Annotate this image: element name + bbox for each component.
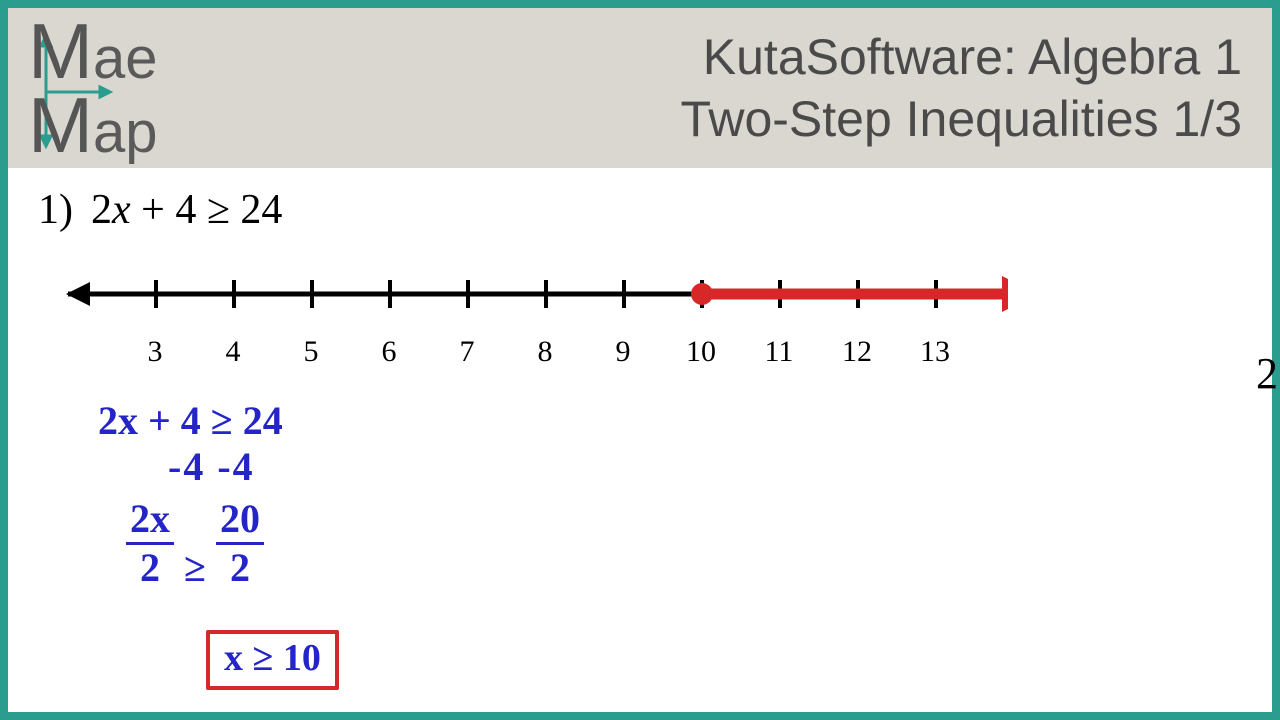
tick-label: 7: [428, 335, 506, 369]
tick-label: 12: [818, 335, 896, 369]
logo-ap: ap: [93, 105, 158, 160]
frac-right-bot: 2: [216, 545, 264, 591]
problem-number: 1): [38, 186, 73, 234]
tick-label: 4: [194, 335, 272, 369]
logo-m2: M: [28, 88, 93, 162]
work-line2: -4 -4: [168, 444, 283, 490]
frac-left-bot: 2: [126, 545, 174, 591]
logo: M ae M ap: [28, 28, 288, 148]
problem-statement: 1) 2x + 4 ≥ 24: [38, 186, 1242, 234]
work-op: ≥: [184, 545, 216, 590]
coef: 2: [91, 187, 112, 233]
next-problem-peek: 2: [1256, 348, 1278, 399]
rest: + 4 ≥ 24: [131, 187, 283, 233]
tick-label: 10: [662, 335, 740, 369]
tick-label: 11: [740, 335, 818, 369]
header: M ae M ap KutaSoftware: Algebra 1 Two-St…: [8, 8, 1272, 168]
answer-text: x ≥ 10: [224, 637, 321, 679]
logo-m1: M: [28, 14, 93, 88]
title-line2: Two-Step Inequalities 1/3: [288, 88, 1242, 151]
tick-label: 6: [350, 335, 428, 369]
tick-label: 8: [506, 335, 584, 369]
frac-left-top: 2x: [126, 496, 174, 545]
tick-label: 3: [116, 335, 194, 369]
frac-left: 2x 2: [126, 496, 174, 591]
tick-label: 13: [896, 335, 974, 369]
number-line-labels: 345678910111213: [116, 335, 1242, 369]
title-block: KutaSoftware: Algebra 1 Two-Step Inequal…: [288, 26, 1242, 151]
tick-label: 9: [584, 335, 662, 369]
var-x: x: [112, 187, 131, 233]
content-area: 1) 2x + 4 ≥ 24 345678910111213 2x + 4 ≥ …: [8, 168, 1272, 712]
logo-ae: ae: [93, 31, 158, 86]
tick-label: 5: [272, 335, 350, 369]
handwritten-work: 2x + 4 ≥ 24 -4 -4 2x 2 ≥ 20 2: [98, 398, 283, 591]
number-line-svg: [48, 262, 1008, 322]
number-line: 345678910111213: [48, 262, 1242, 369]
frac-right: 20 2: [216, 496, 264, 591]
app-frame: M ae M ap KutaSoftware: Algebra 1 Two-St…: [0, 0, 1280, 720]
work-line3: 2x 2 ≥ 20 2: [126, 496, 283, 591]
title-line1: KutaSoftware: Algebra 1: [288, 26, 1242, 89]
problem-expression: 2x + 4 ≥ 24: [91, 186, 282, 234]
frac-right-top: 20: [216, 496, 264, 545]
answer-box: x ≥ 10: [206, 630, 339, 690]
work-line1: 2x + 4 ≥ 24: [98, 398, 283, 444]
